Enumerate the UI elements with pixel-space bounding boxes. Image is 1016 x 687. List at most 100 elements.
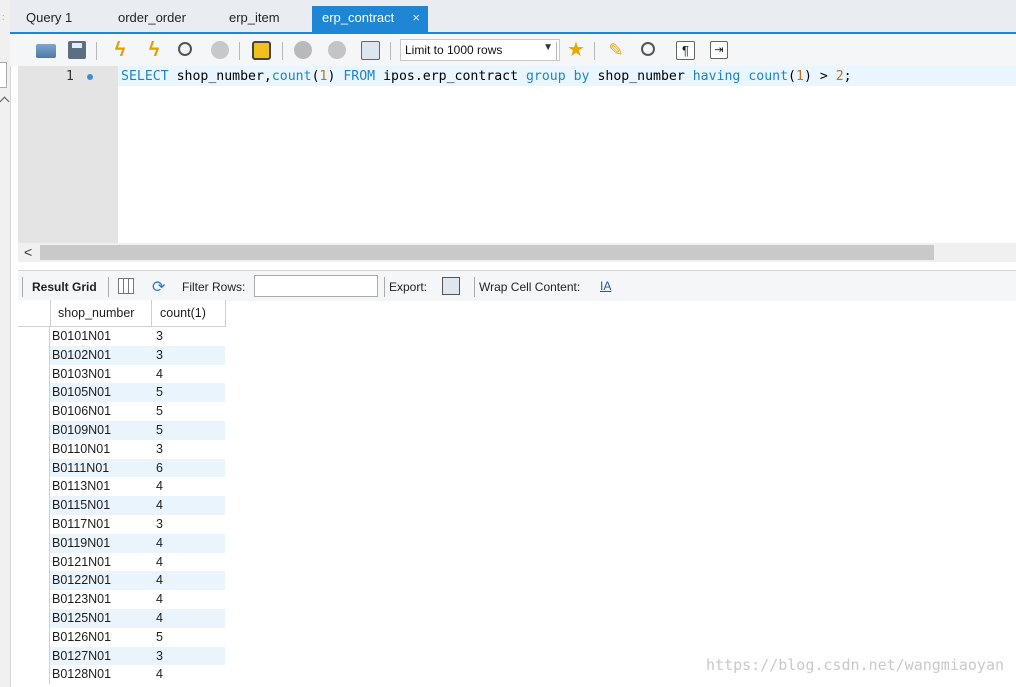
cell-count[interactable]: 5 <box>156 404 163 418</box>
cell-count[interactable]: 3 <box>156 649 163 663</box>
table-row[interactable]: B0128N01 4 <box>18 665 225 685</box>
filter-rows-input[interactable] <box>254 275 378 297</box>
cell-count[interactable]: 3 <box>156 348 163 362</box>
execute-current-icon[interactable]: ϟ <box>144 40 164 60</box>
table-row[interactable]: B0123N01 4 <box>18 590 225 609</box>
grid-layout-icon[interactable] <box>118 278 134 294</box>
editor-horizontal-scrollbar[interactable]: < <box>18 243 1016 262</box>
table-row[interactable]: B0103N01 4 <box>18 364 225 384</box>
table-row[interactable]: B0109N01 5 <box>18 420 225 440</box>
row-selector[interactable] <box>18 458 50 478</box>
cell-shop-number[interactable]: B0115N01 <box>52 498 110 512</box>
cell-shop-number[interactable]: B0126N01 <box>52 630 111 644</box>
tab-erp-contract[interactable]: erp_contract × <box>312 6 428 32</box>
rollback-icon[interactable] <box>328 41 346 59</box>
cell-shop-number[interactable]: B0103N01 <box>52 367 111 381</box>
cell-count[interactable]: 5 <box>156 630 163 644</box>
row-selector[interactable] <box>18 665 50 685</box>
cell-shop-number[interactable]: B0105N01 <box>52 385 111 399</box>
table-row[interactable]: B0125N01 4 <box>18 608 225 628</box>
row-selector[interactable] <box>18 533 50 553</box>
cell-shop-number[interactable]: B0127N01 <box>52 649 111 663</box>
cell-shop-number[interactable]: B0110N01 <box>52 442 110 456</box>
invisible-chars-icon[interactable]: ¶ <box>676 41 695 60</box>
beautify-icon[interactable]: ★ <box>566 40 586 60</box>
table-row[interactable]: B0105N01 5 <box>18 383 225 403</box>
cell-shop-number[interactable]: B0123N01 <box>52 592 111 606</box>
wrap-text-icon[interactable]: ⇥ <box>710 41 728 59</box>
row-selector[interactable] <box>18 571 50 591</box>
table-row[interactable]: B0119N01 4 <box>18 533 225 553</box>
collapse-chevron-icon[interactable] <box>0 96 10 107</box>
brush-icon[interactable]: ✎ <box>606 40 626 60</box>
cell-shop-number[interactable]: B0102N01 <box>52 348 111 362</box>
table-row[interactable]: B0113N01 4 <box>18 477 225 497</box>
row-selector[interactable] <box>18 345 50 365</box>
cell-shop-number[interactable]: B0125N01 <box>52 611 111 625</box>
row-selector[interactable] <box>18 439 50 459</box>
row-selector[interactable] <box>18 420 50 440</box>
cell-count[interactable]: 4 <box>156 367 163 381</box>
stop-icon[interactable] <box>211 41 229 59</box>
close-icon[interactable]: × <box>412 6 420 30</box>
table-row[interactable]: B0117N01 3 <box>18 514 225 534</box>
row-selector[interactable] <box>18 552 50 572</box>
cell-shop-number[interactable]: B0106N01 <box>52 404 111 418</box>
tab-order-order[interactable]: order_order <box>118 6 186 32</box>
tab-erp-item[interactable]: erp_item <box>229 6 280 32</box>
table-row[interactable]: B0115N01 4 <box>18 496 225 515</box>
panel-input-edge[interactable] <box>0 62 7 88</box>
sql-statement[interactable]: SELECT shop_number,count(1) FROM ipos.er… <box>121 69 852 84</box>
toggle-autocommit-icon[interactable] <box>252 41 271 60</box>
cell-count[interactable]: 4 <box>156 498 163 512</box>
row-selector[interactable] <box>18 383 50 403</box>
table-row[interactable]: B0121N01 4 <box>18 552 225 572</box>
table-row[interactable]: B0106N01 5 <box>18 402 225 421</box>
cell-shop-number[interactable]: B0101N01 <box>52 329 111 343</box>
tab-query-1[interactable]: Query 1 <box>26 6 72 32</box>
execute-icon[interactable]: ϟ <box>110 40 130 60</box>
column-header-shop-number[interactable]: shop_number <box>50 300 152 326</box>
table-row[interactable]: B0111N01 6 <box>18 458 225 478</box>
row-selector[interactable] <box>18 327 50 346</box>
table-row[interactable]: B0127N01 3 <box>18 646 225 666</box>
cell-shop-number[interactable]: B0109N01 <box>52 423 111 437</box>
toggle-error-icon[interactable] <box>361 41 380 60</box>
cell-shop-number[interactable]: B0128N01 <box>52 667 111 681</box>
row-selector[interactable] <box>18 590 50 609</box>
cell-count[interactable]: 4 <box>156 667 163 681</box>
explain-icon[interactable] <box>178 42 192 56</box>
cell-shop-number[interactable]: B0117N01 <box>52 517 110 531</box>
row-selector[interactable] <box>18 646 50 666</box>
cell-count[interactable]: 4 <box>156 611 163 625</box>
export-icon[interactable] <box>442 277 460 295</box>
cell-count[interactable]: 3 <box>156 329 163 343</box>
table-row[interactable]: B0122N01 4 <box>18 571 225 591</box>
row-selector[interactable] <box>18 364 50 384</box>
cell-count[interactable]: 3 <box>156 442 163 456</box>
row-selector[interactable] <box>18 514 50 534</box>
scroll-left-icon[interactable]: < <box>24 244 32 260</box>
cell-shop-number[interactable]: B0121N01 <box>52 555 111 569</box>
table-row[interactable]: B0102N01 3 <box>18 345 225 365</box>
table-row[interactable]: B0126N01 5 <box>18 627 225 647</box>
cell-count[interactable]: 4 <box>156 592 163 606</box>
table-row[interactable]: B0110N01 3 <box>18 439 225 459</box>
row-selector[interactable] <box>18 496 50 515</box>
cell-count[interactable]: 4 <box>156 479 163 493</box>
refresh-icon[interactable]: ⟳ <box>152 277 165 297</box>
cell-count[interactable]: 5 <box>156 423 163 437</box>
open-folder-icon[interactable] <box>36 44 56 58</box>
table-row[interactable]: B0101N01 3 <box>18 327 225 346</box>
row-selector-header[interactable] <box>18 300 51 326</box>
row-selector[interactable] <box>18 608 50 628</box>
cell-shop-number[interactable]: B0122N01 <box>52 573 111 587</box>
sql-editor[interactable]: 1 SELECT shop_number,count(1) FROM ipos.… <box>18 66 1016 243</box>
column-header-count[interactable]: count(1) <box>152 300 226 326</box>
cell-count[interactable]: 4 <box>156 536 163 550</box>
row-selector[interactable] <box>18 402 50 421</box>
cell-shop-number[interactable]: B0119N01 <box>52 536 110 550</box>
scrollbar-thumb[interactable] <box>40 245 934 260</box>
cell-shop-number[interactable]: B0111N01 <box>52 461 109 475</box>
result-grid-tab[interactable]: Result Grid <box>32 280 97 294</box>
